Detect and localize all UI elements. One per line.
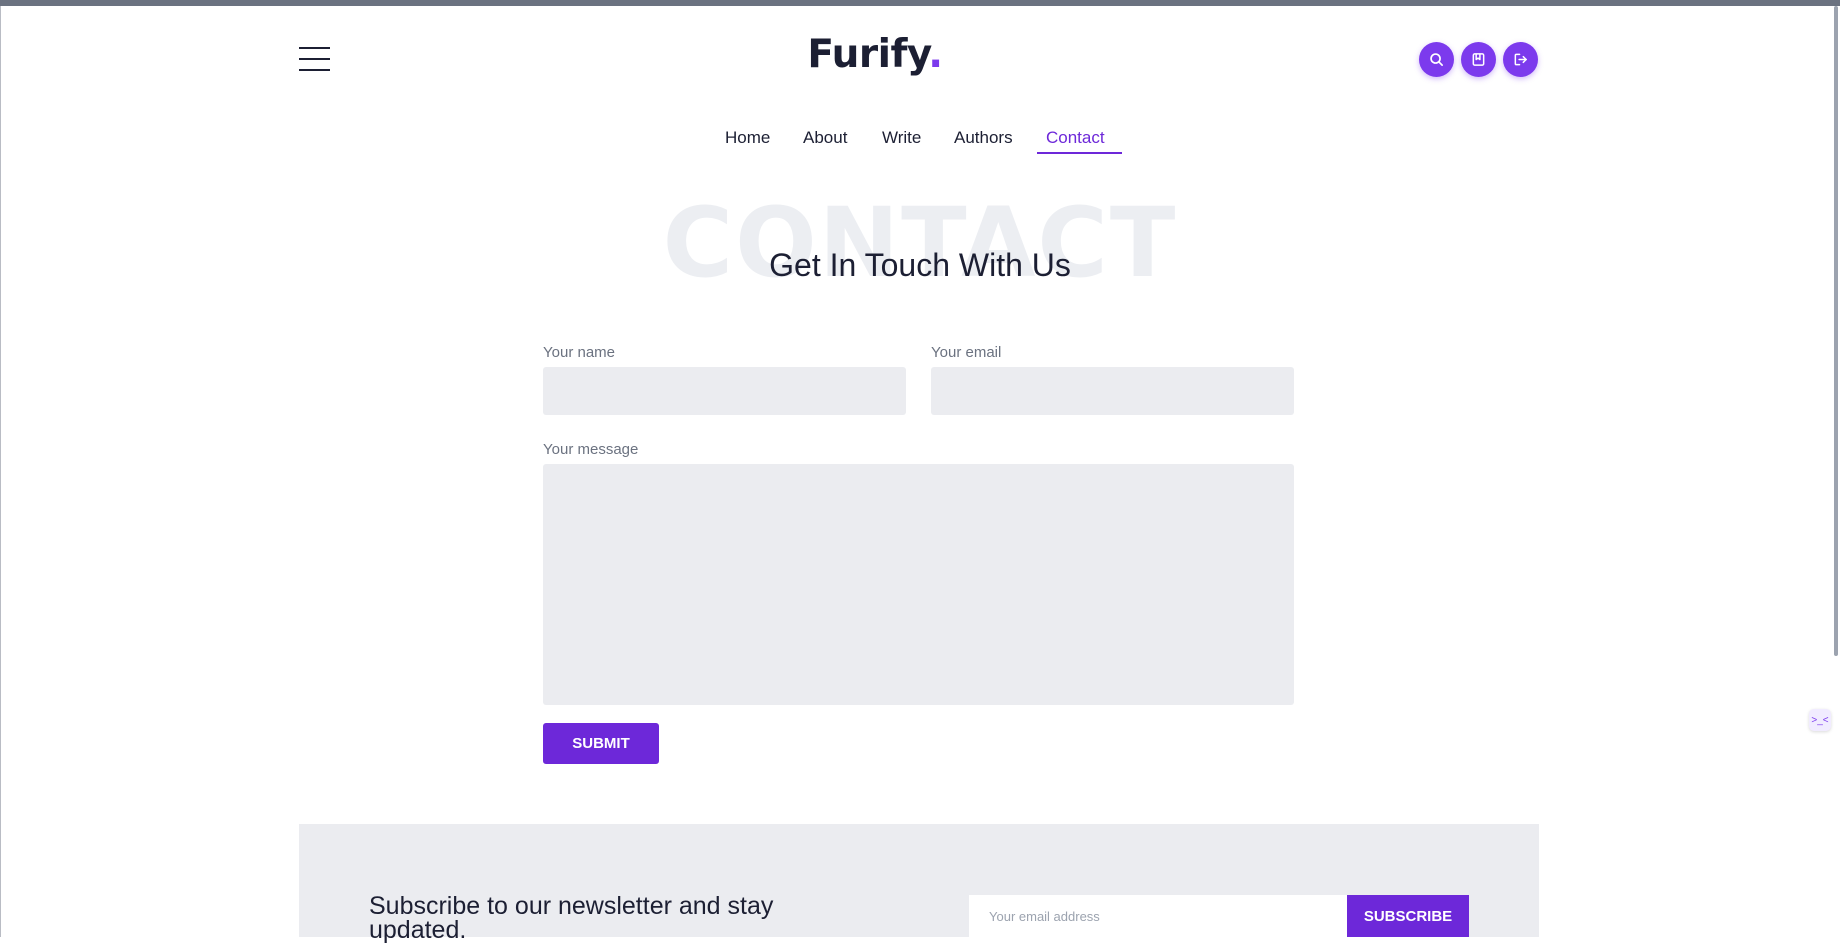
name-label: Your name <box>543 344 615 361</box>
newsletter-email-input[interactable] <box>969 895 1347 937</box>
logo-text: Furify <box>807 32 929 77</box>
nav-item-write[interactable]: Write <box>882 128 921 148</box>
browser-top-strip <box>0 0 1840 6</box>
logout-icon <box>1514 53 1527 66</box>
menu-icon-bar <box>299 47 330 49</box>
left-edge-line <box>0 6 1 937</box>
message-label: Your message <box>543 441 639 458</box>
email-label: Your email <box>931 344 1002 361</box>
nav-item-contact[interactable]: Contact <box>1046 128 1105 148</box>
nav-item-home[interactable]: Home <box>725 128 770 148</box>
logout-button[interactable] <box>1503 42 1538 77</box>
nav-item-authors[interactable]: Authors <box>954 128 1013 148</box>
saved-posts-button[interactable] <box>1461 42 1496 77</box>
search-icon <box>1430 53 1443 66</box>
site-logo[interactable]: Furify. <box>700 32 1050 77</box>
menu-icon-bar <box>299 58 330 60</box>
menu-icon-bar <box>299 69 330 71</box>
menu-icon[interactable] <box>299 47 330 73</box>
subscribe-button[interactable]: SUBSCRIBE <box>1347 895 1469 937</box>
bookmark-icon <box>1472 53 1485 66</box>
name-field[interactable] <box>543 367 906 415</box>
newsletter-section: Subscribe to our newsletter and stay upd… <box>299 824 1539 943</box>
newsletter-heading: Subscribe to our newsletter and stay upd… <box>369 892 774 944</box>
search-button[interactable] <box>1419 42 1454 77</box>
logo-dot: . <box>928 32 943 77</box>
nav-item-about[interactable]: About <box>803 128 847 148</box>
scrollbar-thumb[interactable] <box>1834 6 1838 656</box>
nav-active-underline <box>1037 152 1122 154</box>
message-field[interactable] <box>543 464 1294 705</box>
submit-button[interactable]: SUBMIT <box>543 723 659 764</box>
floating-widget-icon[interactable]: >_< <box>1809 709 1831 731</box>
email-field[interactable] <box>931 367 1294 415</box>
page-title: Get In Touch With Us <box>769 247 1071 283</box>
